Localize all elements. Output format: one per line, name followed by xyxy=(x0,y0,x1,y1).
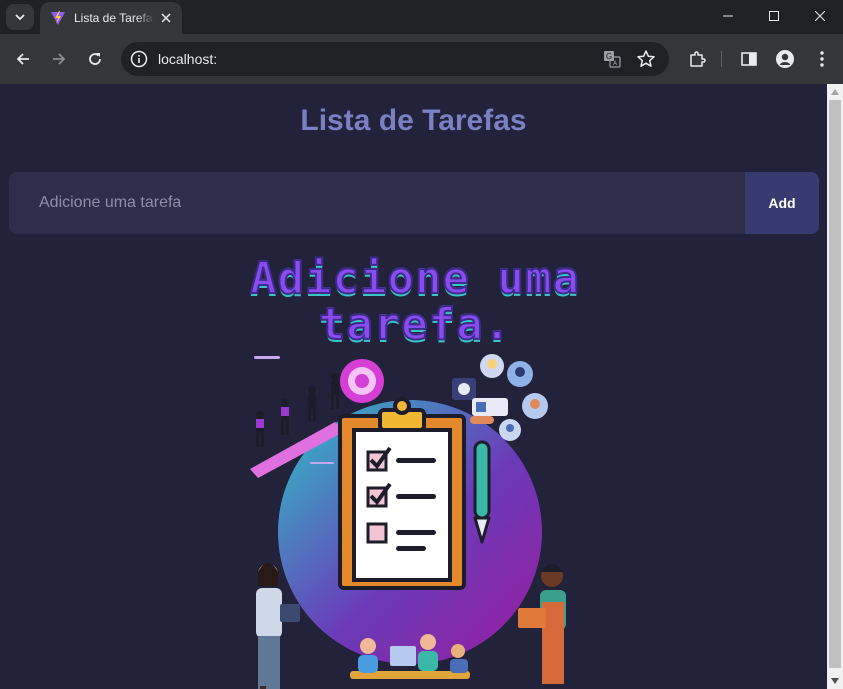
add-task-form: Add xyxy=(9,172,819,234)
page-title: Lista de Tarefas xyxy=(300,104,527,137)
triangle-up-icon xyxy=(831,89,839,95)
bookmark-star-icon[interactable] xyxy=(636,49,656,69)
reload-icon xyxy=(89,53,101,65)
chrome-menu-button[interactable] xyxy=(811,48,833,70)
extensions-button[interactable] xyxy=(686,48,708,70)
scroll-down-arrow[interactable] xyxy=(827,673,843,689)
side-panel-button[interactable] xyxy=(738,48,760,70)
page-viewport: Lista de Tarefas Add Adicione uma tarefa… xyxy=(0,84,827,689)
svg-text:G: G xyxy=(606,52,612,61)
browser-tab[interactable]: Lista de Tarefas xyxy=(40,2,182,34)
more-vertical-icon xyxy=(820,51,824,67)
profile-avatar-icon xyxy=(776,50,794,68)
add-button[interactable]: Add xyxy=(745,172,819,234)
side-panel-icon xyxy=(741,52,757,66)
minimize-button[interactable] xyxy=(705,0,751,32)
back-button[interactable] xyxy=(9,45,37,73)
close-icon xyxy=(815,11,825,21)
forward-button[interactable] xyxy=(45,45,73,73)
task-list-illustration xyxy=(250,354,566,689)
tab-title: Lista de Tarefas xyxy=(74,11,154,25)
vertical-scrollbar[interactable] xyxy=(827,84,843,689)
url-text: localhost: xyxy=(158,51,218,67)
tab-search-button[interactable] xyxy=(6,4,34,30)
profile-button[interactable] xyxy=(774,48,796,70)
site-info-icon[interactable] xyxy=(130,50,148,68)
translate-icon[interactable]: GA xyxy=(603,50,621,68)
chevron-down-icon xyxy=(15,14,25,21)
close-window-button[interactable] xyxy=(797,0,843,32)
puzzle-icon xyxy=(690,51,706,67)
reload-button[interactable] xyxy=(81,45,109,73)
maximize-button[interactable] xyxy=(751,0,797,32)
arrow-left-icon xyxy=(16,53,29,65)
browser-toolbar: localhost: GA xyxy=(0,34,843,84)
arrow-right-icon xyxy=(53,53,66,65)
close-tab-icon[interactable] xyxy=(158,10,174,26)
toolbar-divider xyxy=(721,51,722,67)
triangle-down-icon xyxy=(831,678,839,684)
scrollbar-thumb[interactable] xyxy=(829,100,841,668)
maximize-icon xyxy=(769,11,779,21)
svg-text:A: A xyxy=(613,60,618,67)
task-input[interactable] xyxy=(9,172,745,234)
tab-strip: Lista de Tarefas xyxy=(0,0,843,34)
scroll-up-arrow[interactable] xyxy=(827,84,843,100)
minimize-icon xyxy=(723,15,733,17)
empty-state-heading: Adicione uma tarefa. xyxy=(249,253,580,350)
vite-logo-icon xyxy=(51,11,65,25)
address-bar[interactable]: localhost: GA xyxy=(121,42,669,76)
